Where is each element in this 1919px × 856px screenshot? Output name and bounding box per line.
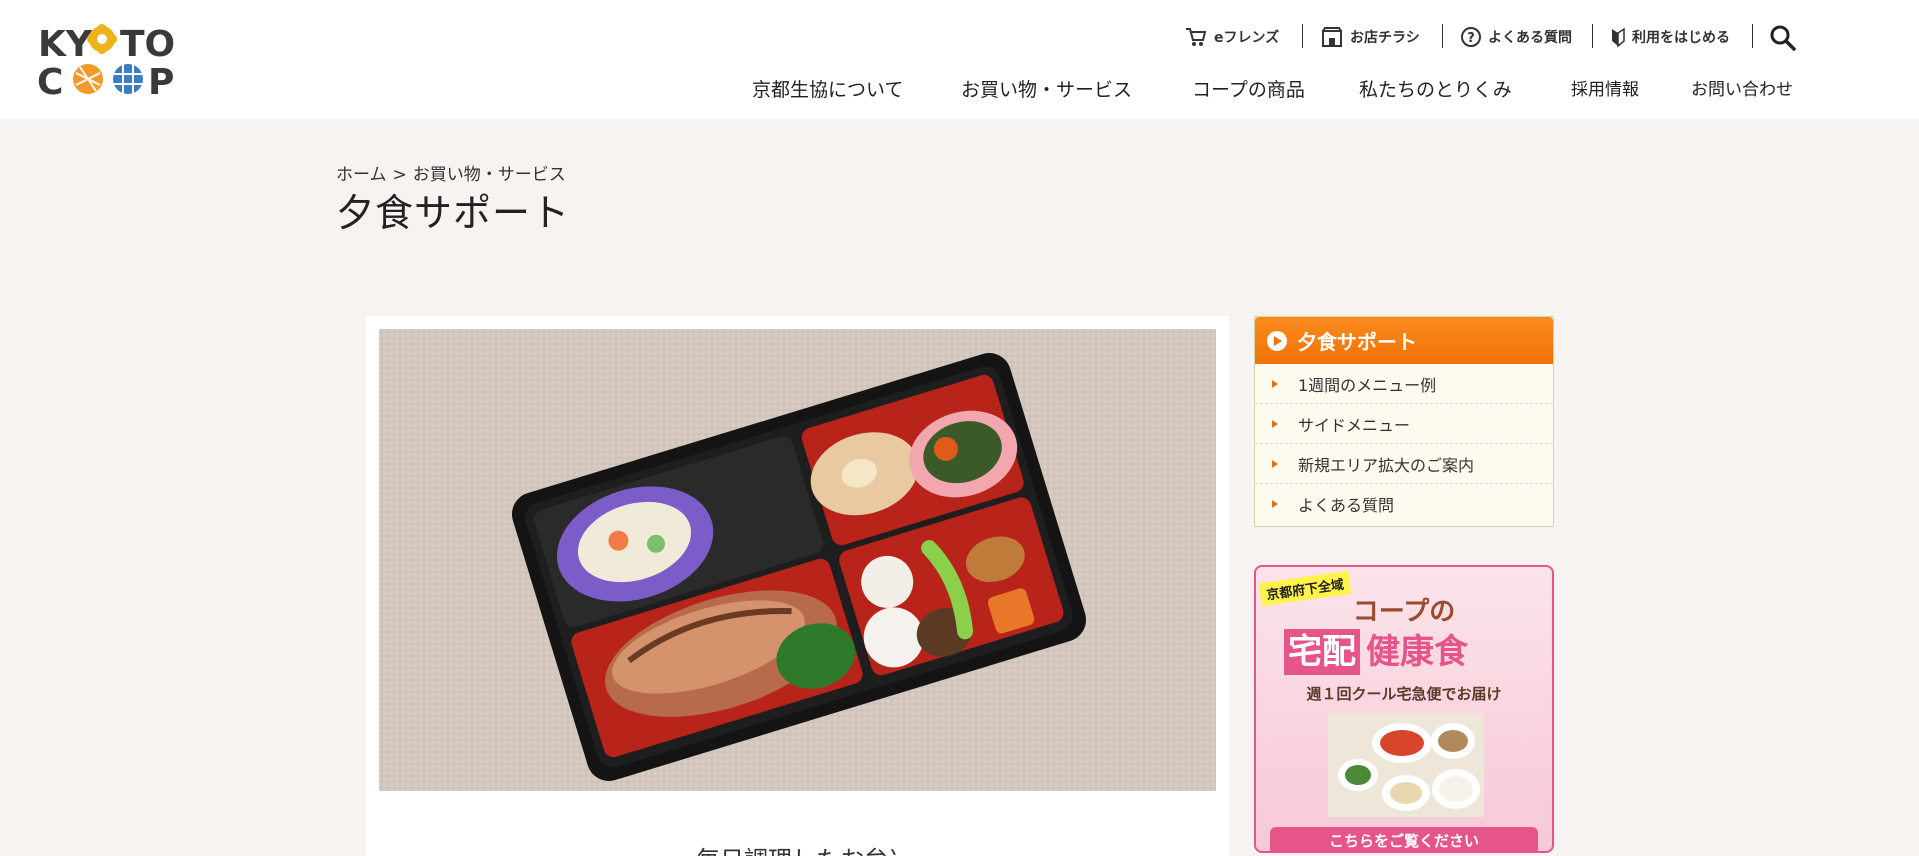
nav-contact[interactable]: お問い合わせ bbox=[1691, 78, 1793, 102]
play-circle-icon bbox=[1267, 330, 1287, 351]
side-item-weekly-menu[interactable]: 1週間のメニュー例 bbox=[1255, 364, 1553, 404]
breadcrumb-current[interactable]: お買い物・サービス bbox=[413, 165, 566, 185]
arrow-right-icon bbox=[1272, 500, 1278, 508]
side-item-faq[interactable]: よくある質問 bbox=[1255, 484, 1553, 524]
breadcrumb-separator: > bbox=[392, 165, 407, 185]
banner-line1: コープの bbox=[1352, 597, 1456, 627]
banner-health-food-label: 健康食 bbox=[1366, 632, 1468, 672]
breadcrumb-home[interactable]: ホーム bbox=[336, 165, 387, 185]
arrow-right-icon bbox=[1272, 459, 1278, 468]
divider bbox=[1442, 24, 1443, 48]
store-flyer-link[interactable]: お店チラシ bbox=[1320, 24, 1420, 50]
side-item-label: 1週間のメニュー例 bbox=[1298, 375, 1437, 395]
banner-delivery-label: 宅配 bbox=[1284, 629, 1360, 675]
cart-icon bbox=[1186, 28, 1207, 46]
efriends-label: eフレンズ bbox=[1214, 30, 1280, 46]
partial-heading-text: 毎日調理したお弁当 bbox=[696, 840, 896, 856]
search-icon bbox=[1770, 25, 1796, 51]
divider bbox=[1592, 24, 1593, 48]
banner-food-photo bbox=[1328, 713, 1484, 817]
banner-line2: 宅配 健康食 bbox=[1284, 629, 1468, 675]
beginner-mark-icon bbox=[1612, 27, 1625, 48]
bento-photo bbox=[379, 329, 1216, 791]
faq-link[interactable]: ? よくある質問 bbox=[1460, 24, 1572, 50]
divider bbox=[1752, 24, 1753, 48]
arrow-right-icon bbox=[1272, 379, 1278, 388]
side-item-area-expansion[interactable]: 新規エリア拡大のご案内 bbox=[1255, 444, 1553, 484]
side-item-side-menu[interactable]: サイドメニュー bbox=[1255, 404, 1553, 444]
faq-label: よくある質問 bbox=[1488, 30, 1572, 46]
side-menu-title-label: 夕食サポート bbox=[1297, 330, 1417, 354]
store-icon bbox=[1322, 27, 1342, 47]
banner-line3: 週１回クール宅急便でお届け bbox=[1306, 685, 1502, 703]
nav-recruit[interactable]: 採用情報 bbox=[1571, 78, 1639, 102]
side-menu-title[interactable]: 夕食サポート bbox=[1255, 317, 1553, 364]
side-item-label: 新規エリア拡大のご案内 bbox=[1298, 455, 1475, 475]
nav-initiatives[interactable]: 私たちのとりくみ bbox=[1359, 78, 1512, 102]
efriends-link[interactable]: eフレンズ bbox=[1184, 24, 1279, 50]
store-flyer-label: お店チラシ bbox=[1350, 30, 1420, 46]
svg-text:?: ? bbox=[1467, 31, 1475, 46]
banner-cta-button[interactable]: こちらをご覧ください bbox=[1270, 827, 1538, 851]
svg-text:KY: KY bbox=[38, 24, 93, 65]
side-item-label: よくある質問 bbox=[1298, 496, 1395, 515]
side-menu: 夕食サポート 1週間のメニュー例 サイドメニュー 新規エリア拡大のご案内 よくあ… bbox=[1254, 316, 1554, 527]
page-title: 夕食サポート bbox=[336, 191, 571, 235]
getting-started-link[interactable]: 利用をはじめる bbox=[1610, 24, 1730, 50]
site-header: KY TO C P eフレンズ お店チラシ ? よくある質問 利用をはじめる 京… bbox=[0, 0, 1919, 119]
search-button[interactable] bbox=[1769, 24, 1797, 52]
partial-section-heading: 毎日調理したお弁当 bbox=[696, 836, 896, 856]
health-food-delivery-banner[interactable]: 京都府下全域 コープの 宅配 健康食 週１回クール宅急便でお届け こちらをご覧く… bbox=[1254, 565, 1554, 853]
nav-about[interactable]: 京都生協について bbox=[752, 78, 903, 102]
nav-shopping-services[interactable]: お買い物・サービス bbox=[961, 78, 1132, 102]
side-item-label: サイドメニュー bbox=[1298, 415, 1411, 435]
breadcrumb: ホーム > お買い物・サービス bbox=[336, 160, 572, 185]
question-icon: ? bbox=[1461, 27, 1481, 47]
getting-started-label: 利用をはじめる bbox=[1632, 30, 1730, 46]
svg-text:TO: TO bbox=[120, 24, 175, 65]
main-content-card: 毎日調理したお弁当 bbox=[366, 316, 1229, 856]
main-nav: 京都生協について お買い物・サービス コープの商品 私たちのとりくみ 採用情報 … bbox=[0, 78, 1919, 102]
arrow-right-icon bbox=[1272, 419, 1278, 428]
nav-products[interactable]: コープの商品 bbox=[1192, 78, 1305, 102]
divider bbox=[1302, 24, 1303, 48]
